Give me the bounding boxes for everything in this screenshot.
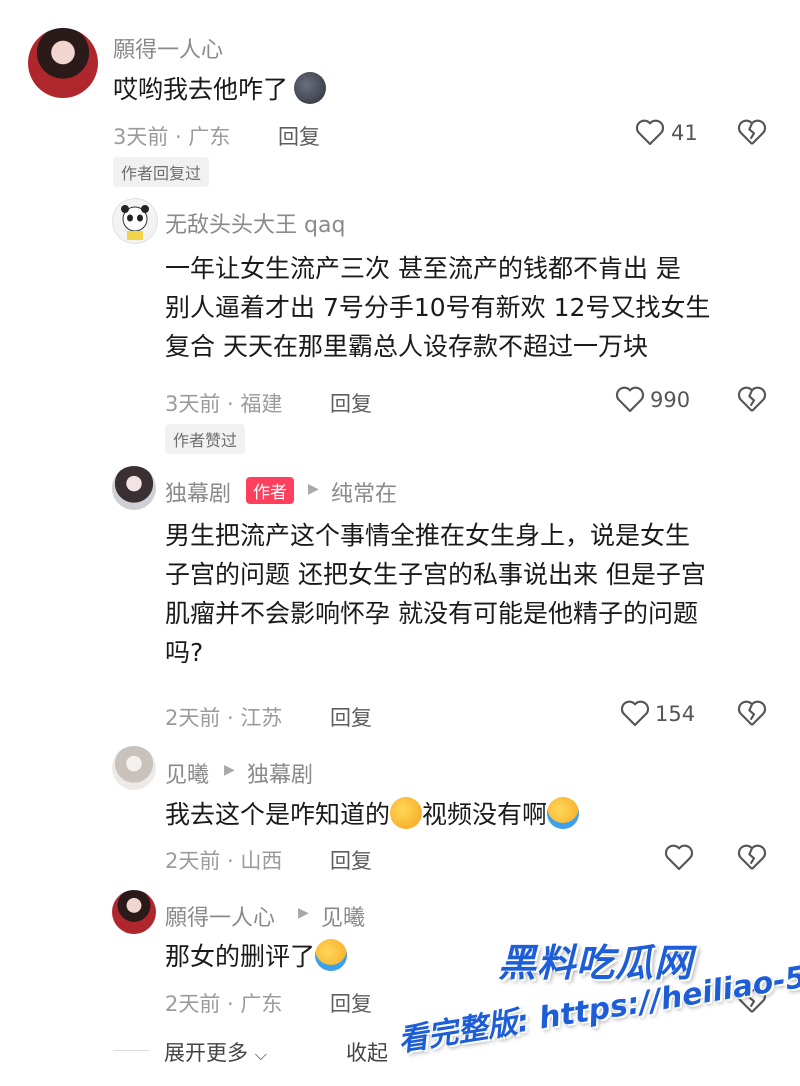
comment-text-body: 哎哟我去他咋了 — [113, 75, 289, 104]
reply-arrow-icon: ▶ — [308, 481, 319, 497]
dislike-button[interactable] — [736, 384, 768, 418]
avatar[interactable] — [112, 198, 158, 244]
reply-to-user[interactable]: 见曦 — [321, 900, 365, 932]
broken-heart-icon — [737, 386, 767, 412]
comment-line: 肌瘤并不会影响怀孕 就没有可能是他精子的问题 — [165, 599, 698, 628]
chevron-down-icon: ⌵ — [254, 1045, 267, 1064]
author-liked-tag: 作者赞过 — [165, 424, 246, 454]
smirk-emoji-icon — [390, 797, 423, 829]
panda-avatar-icon — [121, 205, 149, 240]
reply-button[interactable]: 回复 — [330, 388, 372, 418]
blob-emoji-icon — [294, 72, 327, 104]
comment-time-location: 2天前 · 山西 — [165, 849, 283, 873]
crying-laugh-emoji-icon — [547, 797, 580, 829]
broken-heart-icon — [737, 700, 767, 726]
comment-text: 哎哟我去他咋了 — [113, 70, 327, 109]
username[interactable]: 願得一人心 — [165, 900, 275, 932]
username[interactable]: 願得一人心 — [113, 32, 223, 64]
comment-text: 一年让女生流产三次 甚至流产的钱都不肯出 是 别人逼着才出 7号分手10号有新欢… — [165, 249, 710, 366]
reply-arrow-icon: ▶ — [298, 905, 309, 921]
reply-to-user[interactable]: 纯常在 — [331, 476, 397, 508]
comment-text: 男生把流产这个事情全推在女生身上，说是女生 子宫的问题 还把女生子宫的私事说出来… — [165, 516, 706, 672]
comment-time-location: 2天前 · 广东 — [165, 992, 283, 1016]
heart-icon — [635, 119, 665, 146]
expand-more-label: 展开更多 — [164, 1041, 248, 1065]
reply-button[interactable]: 回复 — [330, 702, 372, 732]
avatar[interactable] — [28, 28, 98, 98]
like-count: 154 — [655, 702, 696, 726]
expand-more-button[interactable]: 展开更多 ⌵ — [164, 1037, 267, 1067]
dislike-button[interactable] — [736, 117, 768, 151]
username[interactable]: 无敌头头大王 qaq — [165, 207, 345, 239]
avatar[interactable] — [112, 466, 156, 510]
comment-line: 子宫的问题 还把女生子宫的私事说出来 但是子宫 — [165, 560, 706, 589]
comment-time-location: 3天前 · 广东 — [113, 125, 231, 149]
like-button[interactable] — [614, 384, 646, 418]
username[interactable]: 见曦 — [165, 757, 209, 789]
comment-line: 一年让女生流产三次 甚至流产的钱都不肯出 是 — [165, 254, 681, 283]
heart-icon — [664, 844, 694, 871]
collapse-label: 收起 — [346, 1041, 388, 1065]
reply-to-user[interactable]: 独幕剧 — [247, 757, 313, 789]
like-count: 41 — [671, 121, 698, 145]
reply-button[interactable]: 回复 — [330, 845, 372, 875]
broken-heart-icon — [737, 844, 767, 870]
comment-text-body: 那女的删评了 — [165, 942, 316, 971]
comment-line: 男生把流产这个事情全推在女生身上，说是女生 — [165, 521, 691, 550]
comment-time-location: 3天前 · 福建 — [165, 392, 283, 416]
comment-text-part: 我去这个是咋知道的 — [165, 800, 391, 829]
like-count: 990 — [650, 388, 691, 412]
avatar[interactable] — [112, 890, 156, 934]
like-button[interactable] — [663, 842, 695, 876]
crying-laugh-emoji-icon — [315, 939, 348, 971]
username[interactable]: 独幕剧 — [165, 476, 231, 508]
heart-icon — [615, 386, 645, 413]
comment-line: 吗? — [165, 638, 204, 667]
heart-icon — [620, 700, 650, 727]
comment-line: 别人逼着才出 7号分手10号有新欢 12号又找女生 — [165, 293, 711, 322]
comment-time-location: 2天前 · 江苏 — [165, 706, 283, 730]
reply-button[interactable]: 回复 — [278, 121, 320, 151]
reply-arrow-icon: ▶ — [224, 762, 235, 778]
author-replied-tag: 作者回复过 — [113, 157, 210, 187]
comment-text: 我去这个是咋知道的 视频没有啊 — [165, 795, 580, 834]
comment-text: 那女的删评了 — [165, 937, 348, 976]
comment-text-part: 视频没有啊 — [422, 800, 548, 829]
comment-line: 复合 天天在那里霸总人设存款不超过一万块 — [165, 332, 648, 361]
like-button[interactable] — [619, 698, 651, 732]
divider — [113, 1050, 149, 1051]
dislike-button[interactable] — [736, 698, 768, 732]
collapse-button[interactable]: 收起 — [346, 1037, 388, 1067]
dislike-button[interactable] — [736, 842, 768, 876]
reply-button[interactable]: 回复 — [330, 988, 372, 1018]
broken-heart-icon — [737, 119, 767, 145]
avatar[interactable] — [112, 746, 156, 790]
author-badge: 作者 — [246, 477, 294, 504]
like-button[interactable] — [634, 117, 666, 151]
